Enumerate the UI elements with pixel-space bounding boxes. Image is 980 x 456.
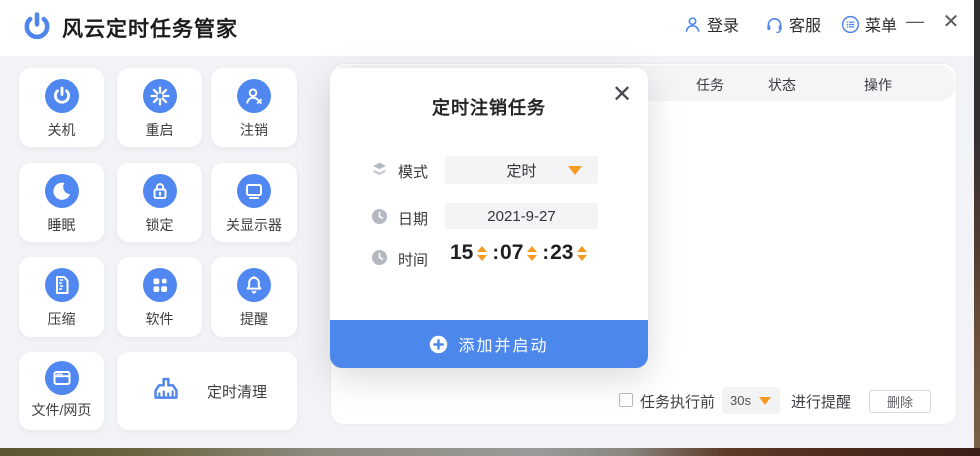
sidebar-item-label: 文件/网页 xyxy=(19,400,104,420)
date-label: 日期 xyxy=(398,208,428,229)
layers-icon xyxy=(370,160,389,179)
support-button[interactable]: 客服 xyxy=(764,10,821,38)
spin-up-icon[interactable] xyxy=(577,246,587,252)
mode-value: 定时 xyxy=(506,160,536,181)
add-and-start-button[interactable]: 添加并启动 xyxy=(330,320,648,368)
hour-value: 15 xyxy=(450,241,473,265)
sidebar-item-label: 关显示器 xyxy=(211,215,297,235)
sidebar-item-shutdown[interactable]: 关机 xyxy=(19,68,104,147)
sidebar-item-software[interactable]: 软件 xyxy=(117,257,202,337)
date-field[interactable]: 2021-9-27 xyxy=(445,203,598,229)
login-label: 登录 xyxy=(707,12,739,36)
user-icon xyxy=(682,14,703,35)
spin-down-icon[interactable] xyxy=(527,255,537,261)
date-value: 2021-9-27 xyxy=(487,208,555,225)
reminder-interval-value: 30s xyxy=(730,393,751,408)
minute-spinner xyxy=(527,246,537,261)
chevron-down-icon xyxy=(568,166,582,175)
sidebar-item-label: 定时清理 xyxy=(207,381,267,402)
spin-up-icon[interactable] xyxy=(477,246,487,252)
spin-up-icon[interactable] xyxy=(527,246,537,252)
dialog-title: 定时注销任务 xyxy=(330,94,648,120)
headset-icon xyxy=(764,14,785,35)
bell-icon xyxy=(237,268,271,302)
minute-value: 07 xyxy=(500,241,523,265)
mode-label: 模式 xyxy=(398,161,428,182)
sidebar-item-label: 注销 xyxy=(211,120,297,140)
time-label: 时间 xyxy=(398,249,428,270)
sidebar-item-sleep[interactable]: 睡眠 xyxy=(19,163,104,242)
sidebar-item-monitor-off[interactable]: 关显示器 xyxy=(211,163,297,242)
sidebar-item-lock[interactable]: 锁定 xyxy=(117,163,202,242)
sidebar-item-label: 睡眠 xyxy=(19,215,104,235)
menu-button[interactable]: 菜单 xyxy=(840,10,897,38)
hour-spinner xyxy=(477,246,487,261)
spin-down-icon[interactable] xyxy=(477,255,487,261)
minimize-button[interactable]: — xyxy=(902,8,928,34)
desktop-edge-bottom xyxy=(0,448,980,456)
broom-icon xyxy=(147,372,185,410)
plus-circle-icon xyxy=(429,335,448,354)
sidebar-item-label: 关机 xyxy=(19,120,104,140)
reminder-interval-select[interactable]: 30s xyxy=(722,387,780,414)
sidebar-item-label: 提醒 xyxy=(211,309,297,329)
sidebar-item-logout[interactable]: 注销 xyxy=(211,68,297,147)
mode-select[interactable]: 定时 xyxy=(445,156,598,184)
moon-icon xyxy=(45,174,79,208)
sidebar-item-file-web[interactable]: 文件/网页 xyxy=(19,352,104,430)
support-label: 客服 xyxy=(789,12,821,36)
sidebar-item-label: 锁定 xyxy=(117,215,202,235)
window-close-button[interactable]: ✕ xyxy=(938,8,964,34)
remind-label: 进行提醒 xyxy=(791,391,851,412)
spin-down-icon[interactable] xyxy=(577,255,587,261)
logout-user-icon xyxy=(237,79,271,113)
sidebar-item-label: 压缩 xyxy=(19,309,104,329)
column-header-action: 操作 xyxy=(864,75,892,95)
clock-icon xyxy=(370,248,389,267)
sidebar-item-timed-cleanup[interactable]: 定时清理 xyxy=(117,352,297,430)
pre-task-label: 任务执行前 xyxy=(640,391,715,412)
login-button[interactable]: 登录 xyxy=(682,10,739,38)
apps-grid-icon xyxy=(143,268,177,302)
desktop-edge-right xyxy=(974,0,980,456)
column-header-task: 任务 xyxy=(696,75,724,95)
browser-icon xyxy=(45,361,79,395)
dialog-close-button[interactable]: ✕ xyxy=(608,80,636,108)
menu-label: 菜单 xyxy=(865,12,897,36)
titlebar: 风云定时任务管家 登录 客服 xyxy=(0,0,974,56)
pre-task-reminder-checkbox[interactable] xyxy=(619,393,633,407)
menu-icon xyxy=(840,14,861,35)
app-logo-power-icon xyxy=(20,10,54,44)
sidebar-item-compress[interactable]: 压缩 xyxy=(19,257,104,337)
lock-icon xyxy=(143,174,177,208)
app-title: 风云定时任务管家 xyxy=(62,13,238,43)
zip-file-icon xyxy=(45,268,79,302)
sidebar-item-reminder[interactable]: 提醒 xyxy=(211,257,297,337)
chevron-down-icon xyxy=(759,397,771,405)
time-stepper: 15 : 07 : 23 xyxy=(450,241,591,265)
app-window: 风云定时任务管家 登录 客服 xyxy=(0,0,980,456)
add-and-start-label: 添加并启动 xyxy=(458,332,548,356)
sidebar-item-label: 软件 xyxy=(117,309,202,329)
power-icon xyxy=(45,79,79,113)
time-separator: : xyxy=(542,242,549,265)
monitor-icon xyxy=(237,174,271,208)
delete-button[interactable]: 删除 xyxy=(869,390,931,413)
timed-logout-dialog: 定时注销任务 ✕ 模式 定时 日期 2021-9-27 时间 15 xyxy=(330,68,648,368)
sidebar-item-restart[interactable]: 重启 xyxy=(117,68,202,147)
column-header-status: 状态 xyxy=(768,75,796,95)
restart-icon xyxy=(143,79,177,113)
time-separator: : xyxy=(492,242,499,265)
clock-icon xyxy=(370,207,389,226)
sidebar-item-label: 重启 xyxy=(117,120,202,140)
second-spinner xyxy=(577,246,587,261)
second-value: 23 xyxy=(550,241,573,265)
